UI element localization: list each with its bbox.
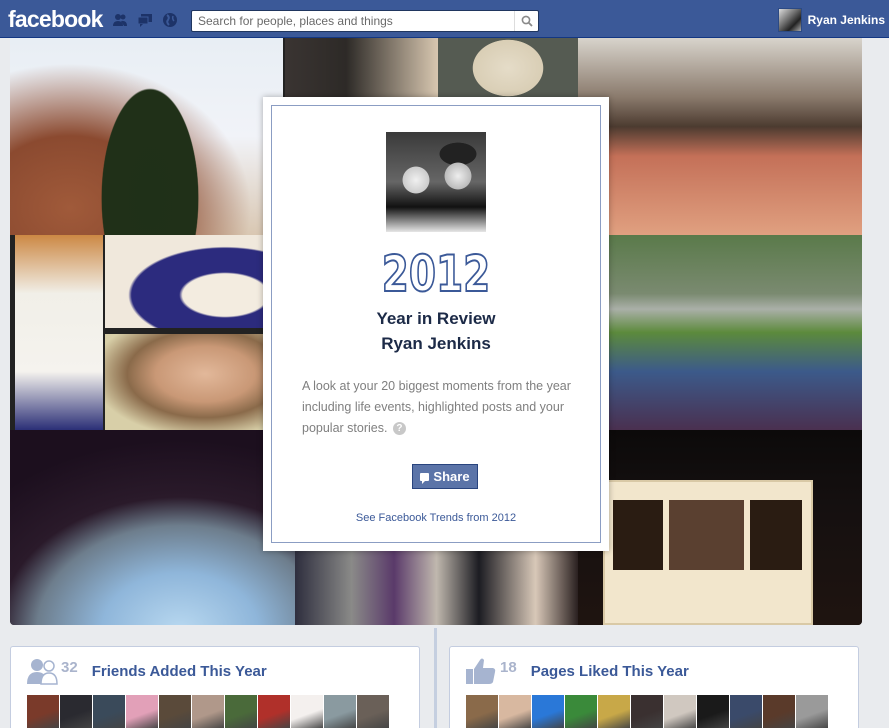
friend-thumbnail[interactable]	[27, 695, 59, 728]
search-icon	[521, 15, 533, 27]
photo-christmas-tree[interactable]	[10, 38, 283, 235]
share-button[interactable]: Share	[412, 464, 478, 489]
year-heading: 2012	[381, 245, 491, 303]
share-icon	[420, 472, 430, 484]
timeline-spine	[434, 628, 437, 728]
friend-thumbnail[interactable]	[324, 695, 356, 728]
top-navigation-bar: facebook Ryan Jenkins	[0, 0, 889, 38]
photo-date-night-sign[interactable]	[285, 38, 438, 98]
description-text: A look at your 20 biggest moments from t…	[302, 379, 571, 435]
year-in-review-description: A look at your 20 biggest moments from t…	[302, 376, 574, 439]
friend-thumbnail[interactable]	[60, 695, 92, 728]
facebook-logo[interactable]: facebook	[8, 6, 103, 33]
page-thumbnail[interactable]	[796, 695, 828, 728]
friend-thumbnail[interactable]	[291, 695, 323, 728]
photo-reception-dance[interactable]	[578, 38, 862, 235]
page-thumbnail[interactable]	[763, 695, 795, 728]
user-name: Ryan Jenkins	[807, 13, 885, 27]
friends-icon	[27, 659, 58, 685]
friend-thumbnail[interactable]	[357, 695, 389, 728]
page-thumbnail[interactable]	[598, 695, 630, 728]
search-button[interactable]	[514, 11, 538, 31]
photo-wedding-guests[interactable]	[608, 235, 862, 430]
page-thumbnail[interactable]	[565, 695, 597, 728]
facebook-trends-link[interactable]: See Facebook Trends from 2012	[272, 512, 600, 524]
photo-reflective-ornament[interactable]	[10, 430, 303, 625]
friends-added-count: 32	[61, 659, 78, 676]
page-thumbnail[interactable]	[499, 695, 531, 728]
user-avatar	[777, 8, 802, 32]
share-label: Share	[433, 469, 470, 484]
page-thumbnail[interactable]	[466, 695, 498, 728]
year-in-review-card: 2012 Year in Review Ryan Jenkins A look …	[263, 97, 609, 551]
photo-wedding-trolley[interactable]	[578, 430, 862, 625]
photo-wedding-aisle[interactable]	[295, 550, 578, 625]
page-thumbnail[interactable]	[664, 695, 696, 728]
friend-requests-icon[interactable]	[112, 12, 128, 28]
friends-added-header: 32 Friends Added This Year	[27, 657, 267, 685]
friends-added-title[interactable]: Friends Added This Year	[92, 663, 267, 680]
notifications-globe-icon[interactable]	[162, 12, 178, 28]
page-thumbnail[interactable]	[631, 695, 663, 728]
search-box	[191, 10, 539, 32]
thumbs-up-icon	[466, 658, 496, 684]
help-icon[interactable]: ?	[392, 422, 406, 436]
messages-icon[interactable]	[137, 12, 153, 28]
profile-photo[interactable]	[386, 132, 486, 232]
friend-thumbnail[interactable]	[258, 695, 290, 728]
pages-liked-title[interactable]: Pages Liked This Year	[531, 663, 689, 680]
photo-smiling-woman[interactable]	[105, 334, 273, 430]
friend-thumbnail[interactable]	[225, 695, 257, 728]
page-thumbnail[interactable]	[532, 695, 564, 728]
year-in-review-inner: 2012 Year in Review Ryan Jenkins A look …	[271, 105, 601, 543]
photo-number-18-jersey[interactable]	[105, 235, 273, 328]
friends-thumbnail-list	[27, 695, 389, 728]
pages-liked-box: 18 Pages Liked This Year	[449, 646, 859, 728]
pages-liked-header: 18 Pages Liked This Year	[466, 657, 689, 685]
user-name-heading: Ryan Jenkins	[381, 334, 491, 353]
friend-thumbnail[interactable]	[93, 695, 125, 728]
photo-snowman-treat[interactable]	[438, 38, 578, 98]
pages-liked-count: 18	[500, 659, 517, 676]
page-thumbnail[interactable]	[730, 695, 762, 728]
friend-thumbnail[interactable]	[126, 695, 158, 728]
year-in-review-title: Year in Review	[376, 309, 496, 328]
pages-thumbnail-list	[466, 695, 828, 728]
page-thumbnail[interactable]	[697, 695, 729, 728]
photo-manning-jersey[interactable]	[15, 235, 103, 430]
user-profile-link[interactable]: Ryan Jenkins	[777, 8, 885, 32]
trolley-shape	[603, 480, 813, 625]
search-input[interactable]	[192, 11, 512, 31]
friend-thumbnail[interactable]	[192, 695, 224, 728]
friend-thumbnail[interactable]	[159, 695, 191, 728]
friends-added-box: 32 Friends Added This Year	[10, 646, 420, 728]
